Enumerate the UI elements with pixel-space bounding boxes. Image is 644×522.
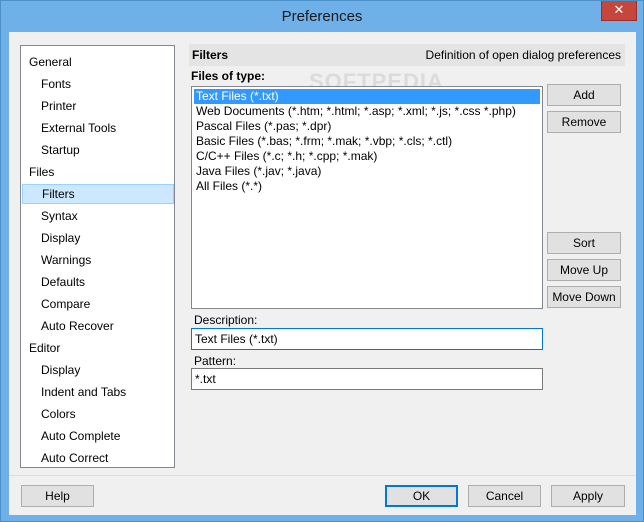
- file-type-item[interactable]: Pascal Files (*.pas; *.dpr): [194, 119, 331, 134]
- tree-item-external-tools[interactable]: External Tools: [41, 118, 116, 138]
- tree-item-general[interactable]: General: [29, 52, 72, 72]
- tree-item-indent-and-tabs[interactable]: Indent and Tabs: [41, 382, 126, 402]
- pattern-label: Pattern:: [194, 354, 237, 368]
- tree-item-printer[interactable]: Printer: [41, 96, 76, 116]
- close-icon[interactable]: ✕: [601, 1, 637, 21]
- remove-button[interactable]: Remove: [547, 111, 621, 133]
- tree-item-auto-correct[interactable]: Auto Correct: [41, 448, 108, 468]
- tree-item-startup[interactable]: Startup: [41, 140, 80, 160]
- tree-item-colors[interactable]: Colors: [41, 404, 76, 424]
- tree-item-filters[interactable]: Filters: [22, 184, 174, 204]
- tree-item-warnings[interactable]: Warnings: [41, 250, 91, 270]
- panel-description: Definition of open dialog preferences: [425, 48, 621, 62]
- help-button[interactable]: Help: [21, 485, 94, 507]
- panel-header: Filters Definition of open dialog prefer…: [189, 44, 625, 66]
- title-bar: Preferences ✕: [1, 1, 643, 33]
- tree-item-files[interactable]: Files: [29, 162, 54, 182]
- tree-item-compare[interactable]: Compare: [41, 294, 90, 314]
- description-field[interactable]: Text Files (*.txt): [191, 328, 543, 350]
- file-type-list[interactable]: Text Files (*.txt) Web Documents (*.htm; …: [191, 86, 543, 309]
- tree-item-fonts[interactable]: Fonts: [41, 74, 71, 94]
- preferences-window: Preferences ✕ General Fonts Printer Externa…: [0, 0, 644, 522]
- panel-title: Filters: [192, 48, 229, 62]
- dialog-body: General Fonts Printer External Tools Startup…: [9, 32, 636, 515]
- tree-item-display[interactable]: Display: [41, 360, 80, 380]
- ok-button[interactable]: OK: [385, 485, 458, 507]
- description-label: Description:: [194, 313, 258, 327]
- window-title: Preferences: [281, 8, 363, 25]
- file-type-item[interactable]: Web Documents (*.htm; *.html; *.asp; *.x…: [194, 104, 516, 119]
- footer-divider: [9, 475, 636, 476]
- add-button[interactable]: Add: [547, 84, 621, 106]
- tree-item-display[interactable]: Display: [41, 228, 80, 248]
- file-type-item[interactable]: Basic Files (*.bas; *.frm; *.mak; *.vbp;…: [194, 134, 452, 149]
- tree-item-editor[interactable]: Editor: [29, 338, 60, 358]
- pattern-field[interactable]: *.txt: [191, 368, 543, 390]
- tree-item-auto-recover[interactable]: Auto Recover: [41, 316, 114, 336]
- tree-item-syntax[interactable]: Syntax: [41, 206, 78, 226]
- file-type-item[interactable]: All Files (*.*): [194, 179, 262, 194]
- move-up-button[interactable]: Move Up: [547, 259, 621, 281]
- apply-button[interactable]: Apply: [551, 485, 625, 507]
- file-type-item[interactable]: C/C++ Files (*.c; *.h; *.cpp; *.mak): [194, 149, 377, 164]
- files-of-type-label: Files of type:: [191, 69, 266, 83]
- category-tree[interactable]: General Fonts Printer External Tools Startup…: [20, 45, 175, 468]
- tree-item-auto-complete[interactable]: Auto Complete: [41, 426, 120, 446]
- cancel-button[interactable]: Cancel: [468, 485, 541, 507]
- file-type-item[interactable]: Text Files (*.txt): [194, 89, 540, 104]
- move-down-button[interactable]: Move Down: [547, 286, 621, 308]
- sort-button[interactable]: Sort: [547, 232, 621, 254]
- file-type-item[interactable]: Java Files (*.jav; *.java): [194, 164, 321, 179]
- tree-item-defaults[interactable]: Defaults: [41, 272, 85, 292]
